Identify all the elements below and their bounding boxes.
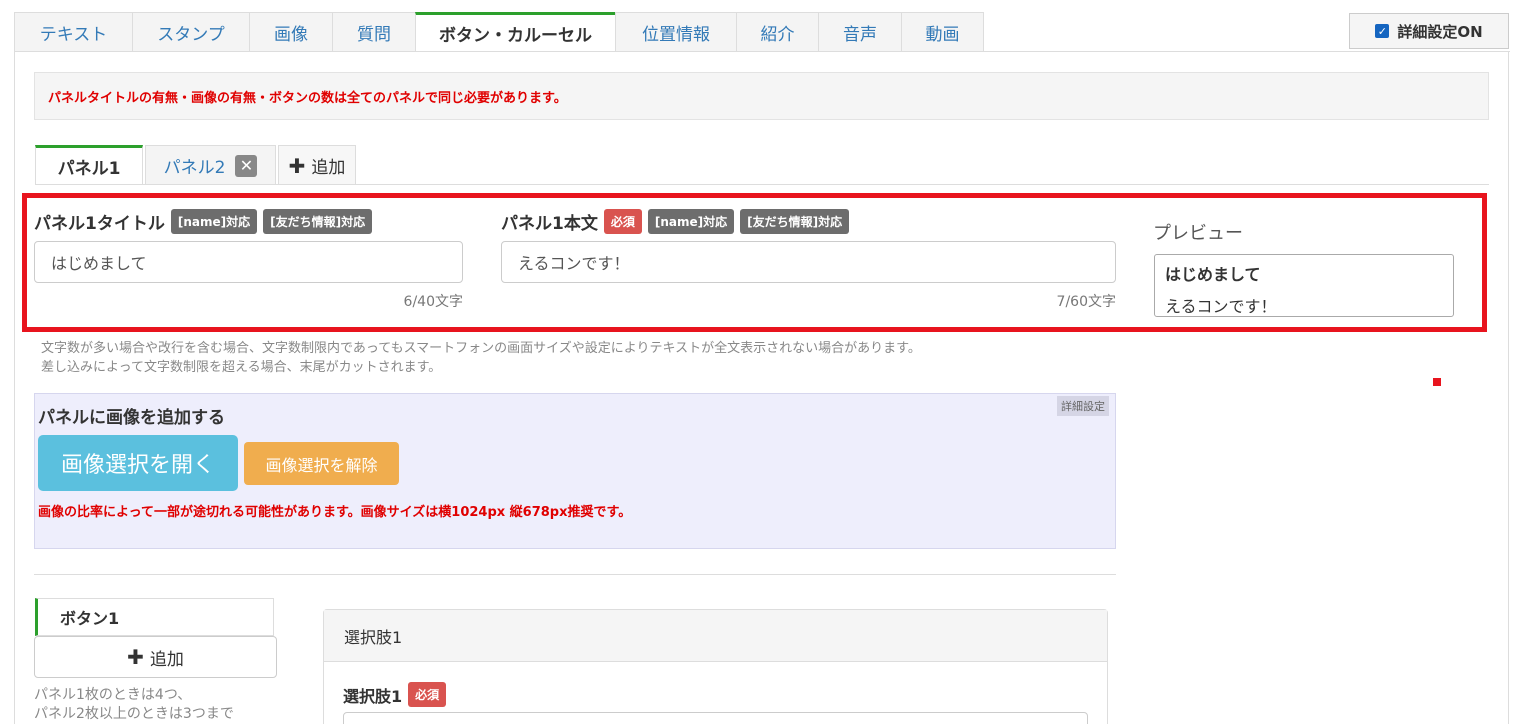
- panel-body-value: えるコンです！: [518, 254, 630, 273]
- panel-body-input[interactable]: えるコンです！: [501, 241, 1116, 283]
- panel-title-label: パネル1タイトル: [34, 214, 165, 234]
- add-button-button[interactable]: ✚ 追加: [34, 636, 277, 678]
- image-size-warning: 画像の比率によって一部が途切れる可能性があります。画像サイズは横1024px 縦…: [38, 505, 632, 520]
- tab-audio[interactable]: 音声: [818, 12, 902, 52]
- note-line-2: 差し込みによって文字数制限を超える場合、末尾がカットされます。: [41, 360, 442, 375]
- add-button-label: 追加: [149, 649, 184, 670]
- tab-introduction[interactable]: 紹介: [736, 12, 819, 52]
- panel-tab-divider: [35, 184, 1489, 185]
- text-length-note: 文字数が多い場合や改行を含む場合、文字数制限内であってもスマートフォンの画面サイ…: [41, 339, 921, 377]
- button-limit-note: パネル1枚のときは4つ、 パネル2枚以上のときは3つまで: [34, 686, 234, 724]
- name-support-badge: [name]対応: [647, 209, 735, 234]
- panel-body-label-row: パネル1本文 必須 [name]対応 [友だち情報]対応: [501, 209, 850, 234]
- tab-button-1[interactable]: ボタン1: [35, 598, 274, 636]
- panel-rule-alert: パネルタイトルの有無・画像の有無・ボタンの数は全てのパネルで同じ必要があります。: [34, 72, 1489, 120]
- note-line-1: 文字数が多い場合や改行を含む場合、文字数制限内であってもスマートフォンの画面サイ…: [41, 341, 921, 356]
- advanced-tag: 詳細設定: [1057, 396, 1109, 416]
- tab-divider: [14, 51, 1510, 52]
- tab-panel-2-label: パネル2: [163, 158, 226, 178]
- required-badge: 必須: [408, 682, 447, 707]
- tab-button-1-label: ボタン1: [60, 609, 120, 628]
- checkbox-checked-icon[interactable]: ✓: [1375, 24, 1390, 38]
- choice-label-row: 選択肢1 必須: [343, 682, 447, 707]
- close-icon[interactable]: ✕: [235, 154, 258, 177]
- friend-info-badge: [友だち情報]対応: [740, 209, 850, 234]
- add-panel-label: 追加: [311, 158, 346, 178]
- name-support-badge: [name]対応: [170, 209, 258, 234]
- choice-header-label: 選択肢1: [344, 627, 403, 647]
- clear-image-button[interactable]: 画像選択を解除: [244, 442, 399, 485]
- panel-title-value: はじめまして: [51, 254, 147, 273]
- choice-header: 選択肢1: [324, 610, 1107, 662]
- tab-image[interactable]: 画像: [249, 12, 333, 52]
- tab-text[interactable]: テキスト: [14, 12, 133, 52]
- open-image-picker-button[interactable]: 画像選択を開く: [38, 435, 238, 491]
- advanced-settings-label: 詳細設定ON: [1397, 22, 1483, 41]
- tab-location[interactable]: 位置情報: [615, 12, 737, 52]
- preview-label: プレビュー: [1153, 223, 1243, 244]
- plus-icon: ✚: [127, 645, 144, 669]
- choice-label: 選択肢1: [343, 686, 403, 706]
- panel-body-counter: 7/60文字: [1056, 294, 1116, 310]
- advanced-settings-toggle[interactable]: ✓ 詳細設定ON: [1349, 13, 1509, 49]
- tab-video[interactable]: 動画: [901, 12, 984, 52]
- image-panel-heading: パネルに画像を追加する: [38, 408, 225, 428]
- panel-title-input[interactable]: はじめまして: [34, 241, 463, 283]
- required-badge: 必須: [603, 209, 642, 234]
- button-limit-line-1: パネル1枚のときは4つ、: [34, 687, 192, 703]
- panel-title-counter: 6/40文字: [403, 294, 463, 310]
- section-divider: [34, 574, 1116, 575]
- preview-card: はじめまして えるコンです！: [1154, 254, 1454, 317]
- plus-icon: ✚: [288, 153, 306, 178]
- tab-panel-2[interactable]: パネル2 ✕: [145, 145, 276, 185]
- message-type-tabs: テキスト スタンプ 画像 質問 ボタン・カルーセル 位置情報 紹介 音声 動画: [14, 12, 984, 52]
- panel-tabs: パネル1 パネル2 ✕ ✚ 追加: [35, 145, 358, 185]
- tab-stamp[interactable]: スタンプ: [132, 12, 250, 52]
- panel-title-label-row: パネル1タイトル [name]対応 [友だち情報]対応: [34, 209, 373, 234]
- add-panel-button[interactable]: ✚ 追加: [278, 145, 356, 185]
- friend-info-badge: [友だち情報]対応: [263, 209, 373, 234]
- preview-title: はじめまして: [1165, 265, 1261, 284]
- tab-button-carousel[interactable]: ボタン・カルーセル: [415, 12, 616, 52]
- preview-body: えるコンです！: [1165, 297, 1277, 316]
- choice-input[interactable]: [343, 712, 1088, 724]
- tab-panel-1-label: パネル1: [57, 159, 121, 179]
- marker-dot: [1433, 378, 1441, 386]
- tab-question[interactable]: 質問: [332, 12, 416, 52]
- alert-text: パネルタイトルの有無・画像の有無・ボタンの数は全てのパネルで同じ必要があります。: [48, 90, 567, 106]
- panel-body-label: パネル1本文: [501, 214, 598, 234]
- tab-panel-1[interactable]: パネル1: [35, 145, 143, 185]
- button-limit-line-2: パネル2枚以上のときは3つまで: [34, 706, 234, 722]
